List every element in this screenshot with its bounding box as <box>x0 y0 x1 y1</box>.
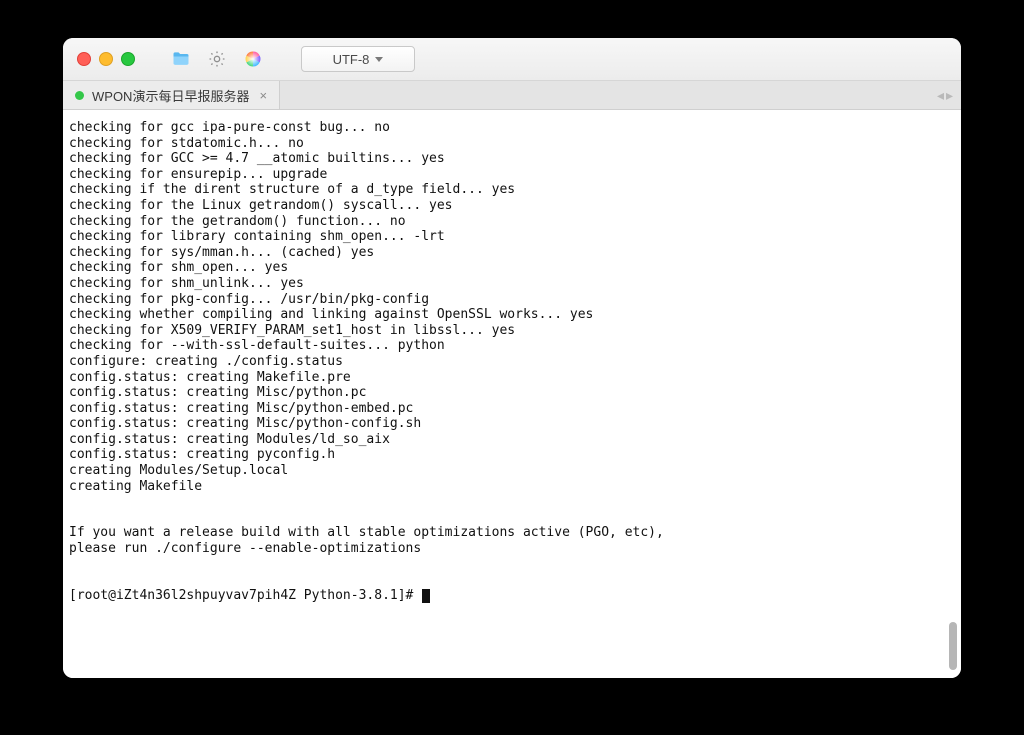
scrollbar-thumb[interactable] <box>949 622 957 670</box>
close-window-button[interactable] <box>77 52 91 66</box>
terminal-area[interactable]: checking for gcc ipa-pure-const bug... n… <box>63 110 961 678</box>
titlebar: UTF-8 <box>63 38 961 81</box>
terminal-window: UTF-8 WPON演示每日早报服务器 × ◂ ▸ checking for g… <box>63 38 961 678</box>
zoom-window-button[interactable] <box>121 52 135 66</box>
color-wheel-icon[interactable] <box>239 45 267 73</box>
chevron-right-icon: ▸ <box>946 87 953 104</box>
terminal-cursor <box>422 589 430 603</box>
traffic-lights <box>77 52 135 66</box>
session-tab[interactable]: WPON演示每日早报服务器 × <box>63 81 280 109</box>
close-tab-icon[interactable]: × <box>259 89 267 102</box>
encoding-label: UTF-8 <box>333 52 370 67</box>
chevron-down-icon <box>375 57 383 62</box>
tab-strip: WPON演示每日早报服务器 × ◂ ▸ <box>63 81 961 110</box>
folder-icon[interactable] <box>167 45 195 73</box>
encoding-dropdown[interactable]: UTF-8 <box>301 46 415 72</box>
chevron-left-icon: ◂ <box>937 87 944 104</box>
tab-title: WPON演示每日早报服务器 <box>92 86 249 105</box>
terminal-output: checking for gcc ipa-pure-const bug... n… <box>69 120 961 603</box>
tab-scroll-arrows[interactable]: ◂ ▸ <box>929 81 961 109</box>
minimize-window-button[interactable] <box>99 52 113 66</box>
connection-status-dot <box>75 91 84 100</box>
gear-icon[interactable] <box>203 45 231 73</box>
